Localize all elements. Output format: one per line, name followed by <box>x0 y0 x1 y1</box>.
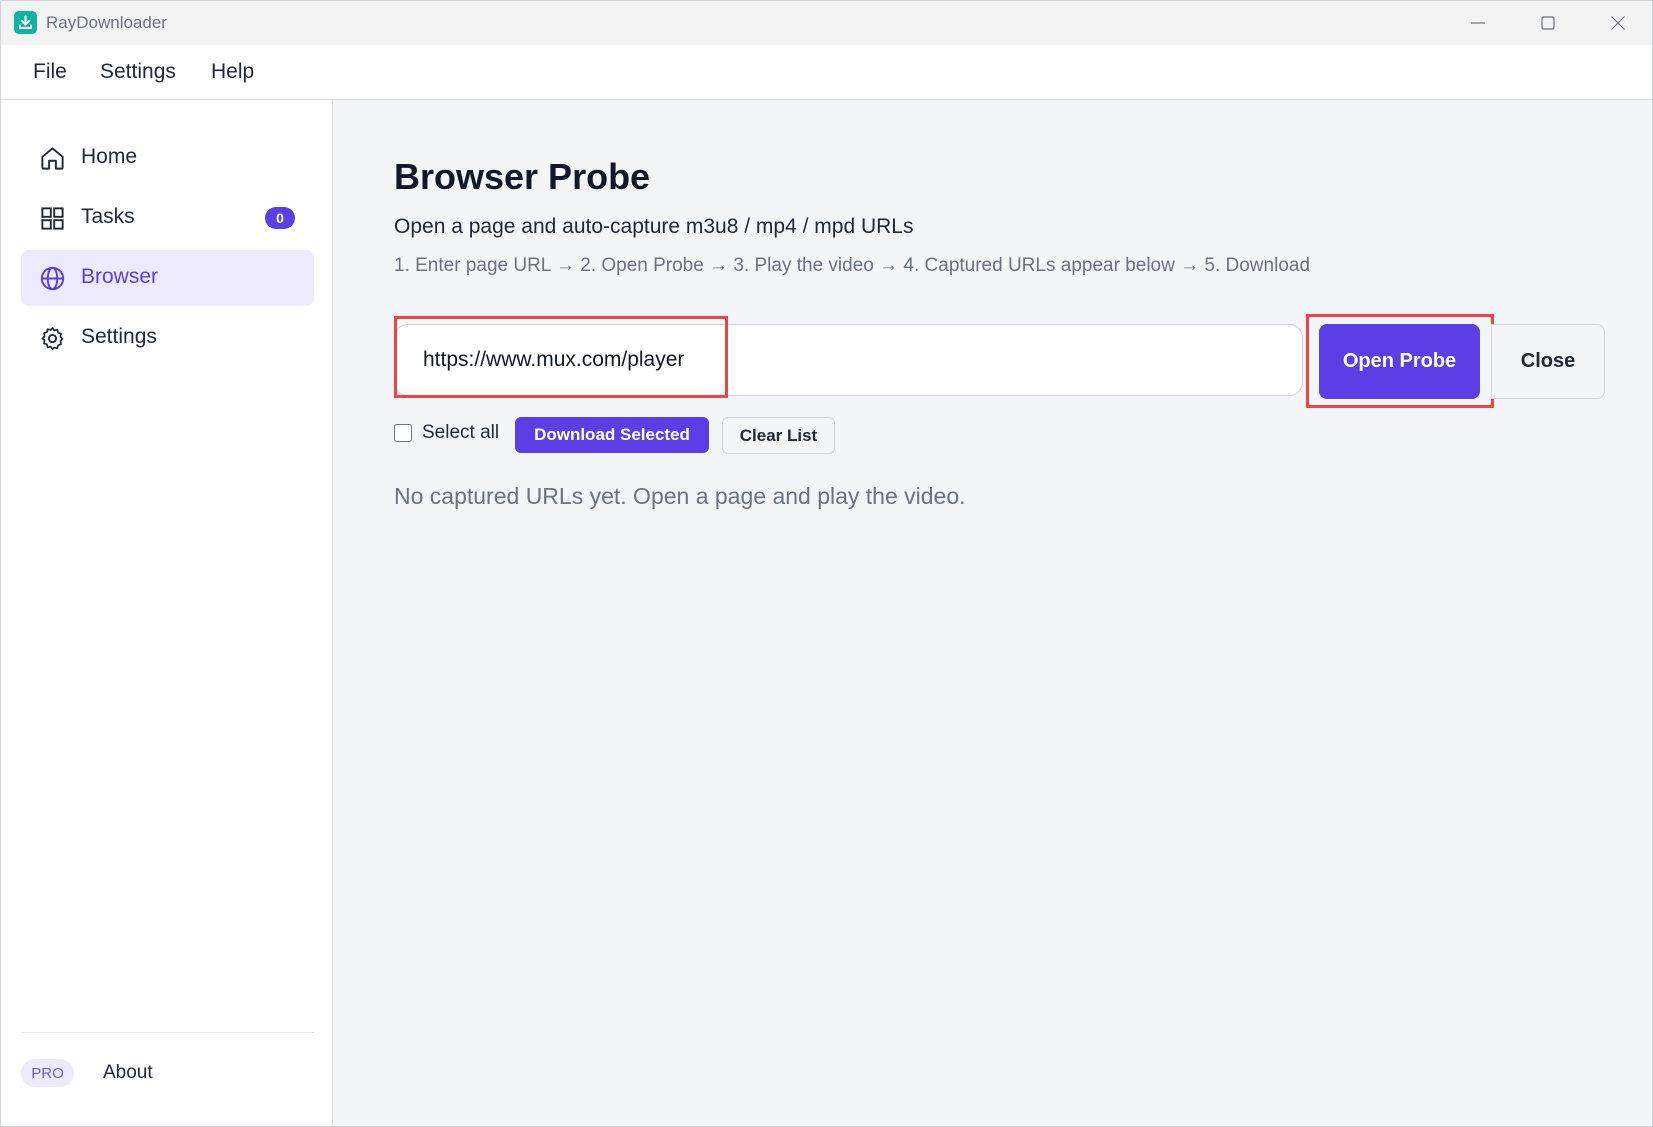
pro-badge[interactable]: PRO <box>21 1059 74 1087</box>
menu-help[interactable]: Help <box>211 60 254 84</box>
home-icon <box>41 147 64 170</box>
clear-list-button[interactable]: Clear List <box>722 417 835 454</box>
grid-icon <box>41 207 64 230</box>
empty-list-message: No captured URLs yet. Open a page and pl… <box>394 483 966 509</box>
sidebar-item-label: Browser <box>81 265 159 288</box>
menu-settings[interactable]: Settings <box>100 60 176 84</box>
sidebar-item-label: Tasks <box>81 205 135 228</box>
maximize-icon <box>1541 16 1555 30</box>
sidebar-item-label: Home <box>81 145 138 168</box>
sidebar-divider <box>21 1032 314 1033</box>
sidebar-item-label: Settings <box>81 325 157 348</box>
page-subtitle: Open a page and auto-capture m3u8 / mp4 … <box>394 215 914 238</box>
download-logo-icon <box>14 11 37 34</box>
title-bar: RayDownloader <box>1 1 1652 45</box>
close-icon <box>1611 16 1625 30</box>
about-link[interactable]: About <box>103 1062 153 1084</box>
close-window-button[interactable] <box>1584 1 1652 45</box>
app-title: RayDownloader <box>46 13 167 32</box>
tasks-count-badge: 0 <box>265 207 295 229</box>
select-all-label: Select all <box>422 422 500 443</box>
sidebar: Home Tasks 0 Browser Settings PRO About <box>1 100 333 1126</box>
close-probe-button[interactable]: Close <box>1491 324 1605 399</box>
menu-file[interactable]: File <box>33 60 67 84</box>
page-steps: 1. Enter page URL → 2. Open Probe → 3. P… <box>394 255 1311 276</box>
minimize-button[interactable] <box>1444 1 1512 45</box>
sidebar-item-browser[interactable]: Browser <box>21 250 314 306</box>
gear-icon <box>41 326 64 351</box>
download-selected-button[interactable]: Download Selected <box>515 417 709 453</box>
url-input[interactable] <box>394 324 1303 396</box>
menu-bar: File Settings Help <box>1 45 1652 100</box>
sidebar-item-settings[interactable]: Settings <box>21 310 314 366</box>
sidebar-item-home[interactable]: Home <box>21 130 314 186</box>
minimize-icon <box>1471 22 1485 24</box>
select-all-checkbox[interactable] <box>394 424 412 442</box>
page-title: Browser Probe <box>394 156 651 197</box>
open-probe-button[interactable]: Open Probe <box>1319 324 1480 399</box>
main-content: Browser Probe Open a page and auto-captu… <box>333 100 1652 1126</box>
app-window: RayDownloader File Settings Help Home Ta… <box>0 0 1653 1127</box>
select-all-control[interactable]: Select all <box>394 422 499 444</box>
sidebar-item-tasks[interactable]: Tasks 0 <box>21 190 314 246</box>
maximize-button[interactable] <box>1514 1 1582 45</box>
globe-icon <box>40 266 65 291</box>
